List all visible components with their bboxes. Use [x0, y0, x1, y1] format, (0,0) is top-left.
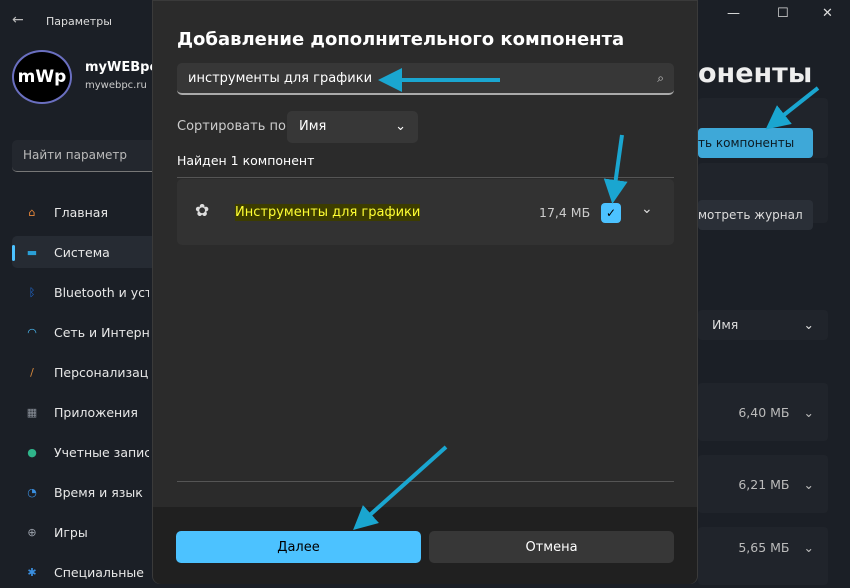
chevron-down-icon: ⌄	[803, 539, 814, 555]
view-features-button[interactable]: ть компоненты	[698, 128, 813, 158]
minimize-button[interactable]: —	[727, 6, 740, 21]
size: 6,21 МБ	[738, 476, 790, 492]
apps-icon: ▦	[26, 405, 38, 419]
wifi-icon: ◠	[27, 325, 37, 339]
sidebar-item-label: Сеть и Интернет	[54, 324, 149, 340]
chevron-down-icon[interactable]: ⌄	[641, 201, 653, 217]
selection-indicator	[12, 245, 15, 261]
sidebar-item-label: Персонализация	[54, 364, 149, 380]
sort-select[interactable]: Имя ⌄	[287, 111, 418, 143]
check-icon: ✓	[605, 206, 617, 220]
time-language-icon: ◔	[27, 485, 37, 499]
user-name: myWEBpc	[85, 60, 158, 75]
feature-checkbox[interactable]: ✓	[601, 203, 621, 223]
divider	[177, 481, 674, 482]
sidebar-item[interactable]: ▦ Приложения	[12, 396, 162, 428]
size: 6,40 МБ	[738, 404, 790, 420]
chevron-down-icon: ⌄	[803, 317, 814, 332]
cancel-button[interactable]: Отмена	[429, 531, 674, 563]
sidebar-item[interactable]: ◔ Время и язык	[12, 476, 162, 508]
size: 5,65 МБ	[738, 539, 790, 555]
bluetooth-icon: ᛒ	[28, 285, 36, 299]
settings-search-input[interactable]: Найти параметр	[12, 140, 162, 172]
page-title: оненты	[698, 58, 813, 89]
sidebar-item-label: Приложения	[54, 404, 138, 420]
avatar-text: mWp	[17, 67, 67, 87]
sidebar-item[interactable]: ⌂ Главная	[12, 196, 162, 228]
chevron-down-icon: ⌄	[803, 404, 814, 420]
sort-value: Имя	[712, 317, 739, 332]
feature-size: 17,4 МБ	[539, 205, 591, 220]
sidebar-item-label: Учетные записи	[54, 444, 149, 460]
list-item[interactable]: 5,65 МБ ⌄	[698, 527, 828, 585]
add-feature-dialog: Добавление дополнительного компонента ин…	[152, 0, 698, 584]
puzzle-icon: ✿	[195, 201, 210, 221]
maximize-button[interactable]: ☐	[777, 6, 789, 21]
button-label: ть компоненты	[698, 136, 795, 150]
sidebar-item[interactable]: ⊕ Игры	[12, 516, 162, 548]
view-history-button[interactable]: мотреть журнал	[698, 200, 813, 230]
feature-search-input[interactable]: инструменты для графики ⌕	[177, 63, 674, 95]
sort-value: Имя	[299, 119, 327, 134]
back-button[interactable]: ←	[12, 12, 24, 28]
dialog-title: Добавление дополнительного компонента	[177, 29, 625, 50]
list-item[interactable]: 6,21 МБ ⌄	[698, 455, 828, 513]
system-icon: ▬	[26, 245, 38, 259]
dialog-footer: Далее Отмена	[153, 507, 697, 584]
avatar: mWp	[12, 50, 72, 104]
close-button[interactable]: ✕	[822, 6, 833, 21]
list-item[interactable]: 6,40 МБ ⌄	[698, 383, 828, 441]
window-title: Параметры	[46, 15, 112, 28]
sidebar-item[interactable]: / Персонализация	[12, 356, 162, 388]
search-icon[interactable]: ⌕	[657, 71, 664, 86]
sidebar-item-label: Игры	[54, 524, 88, 540]
sidebar-item[interactable]: ✱ Специальные возможности	[12, 556, 162, 588]
next-button[interactable]: Далее	[176, 531, 421, 563]
bg-sort-select[interactable]: Имя ⌄	[698, 310, 828, 340]
sidebar-item-label: Bluetooth и устройства	[54, 284, 149, 300]
search-value: инструменты для графики	[188, 71, 373, 86]
divider	[177, 177, 674, 178]
found-count: Найден 1 компонент	[177, 153, 315, 168]
sidebar-item[interactable]: ᛒ Bluetooth и устройства	[12, 276, 162, 308]
sidebar-item-label: Главная	[54, 204, 108, 220]
button-label: мотреть журнал	[698, 208, 803, 222]
accessibility-icon: ✱	[27, 565, 37, 579]
sidebar-item-label: Время и язык	[54, 484, 143, 500]
sort-label: Сортировать по:	[177, 119, 291, 134]
gamepad-icon: ⊕	[27, 525, 37, 539]
sidebar-item-label: Специальные возможности	[54, 564, 149, 580]
sidebar-item[interactable]: ◠ Сеть и Интернет	[12, 316, 162, 348]
brush-icon: /	[30, 365, 34, 379]
feature-item[interactable]: ✿ Инструменты для графики 17,4 МБ ✓ ⌄	[177, 179, 674, 245]
chevron-down-icon: ⌄	[803, 476, 814, 492]
user-email: mywebpc.ru	[85, 80, 147, 91]
sidebar-item[interactable]: ● Учетные записи	[12, 436, 162, 468]
chevron-down-icon: ⌄	[395, 119, 406, 134]
feature-name: Инструменты для графики	[235, 204, 421, 221]
sidebar-item-label: Система	[54, 244, 110, 260]
home-icon: ⌂	[28, 205, 36, 219]
account-icon: ●	[27, 445, 37, 459]
sidebar-item[interactable]: ▬ Система	[12, 236, 162, 268]
